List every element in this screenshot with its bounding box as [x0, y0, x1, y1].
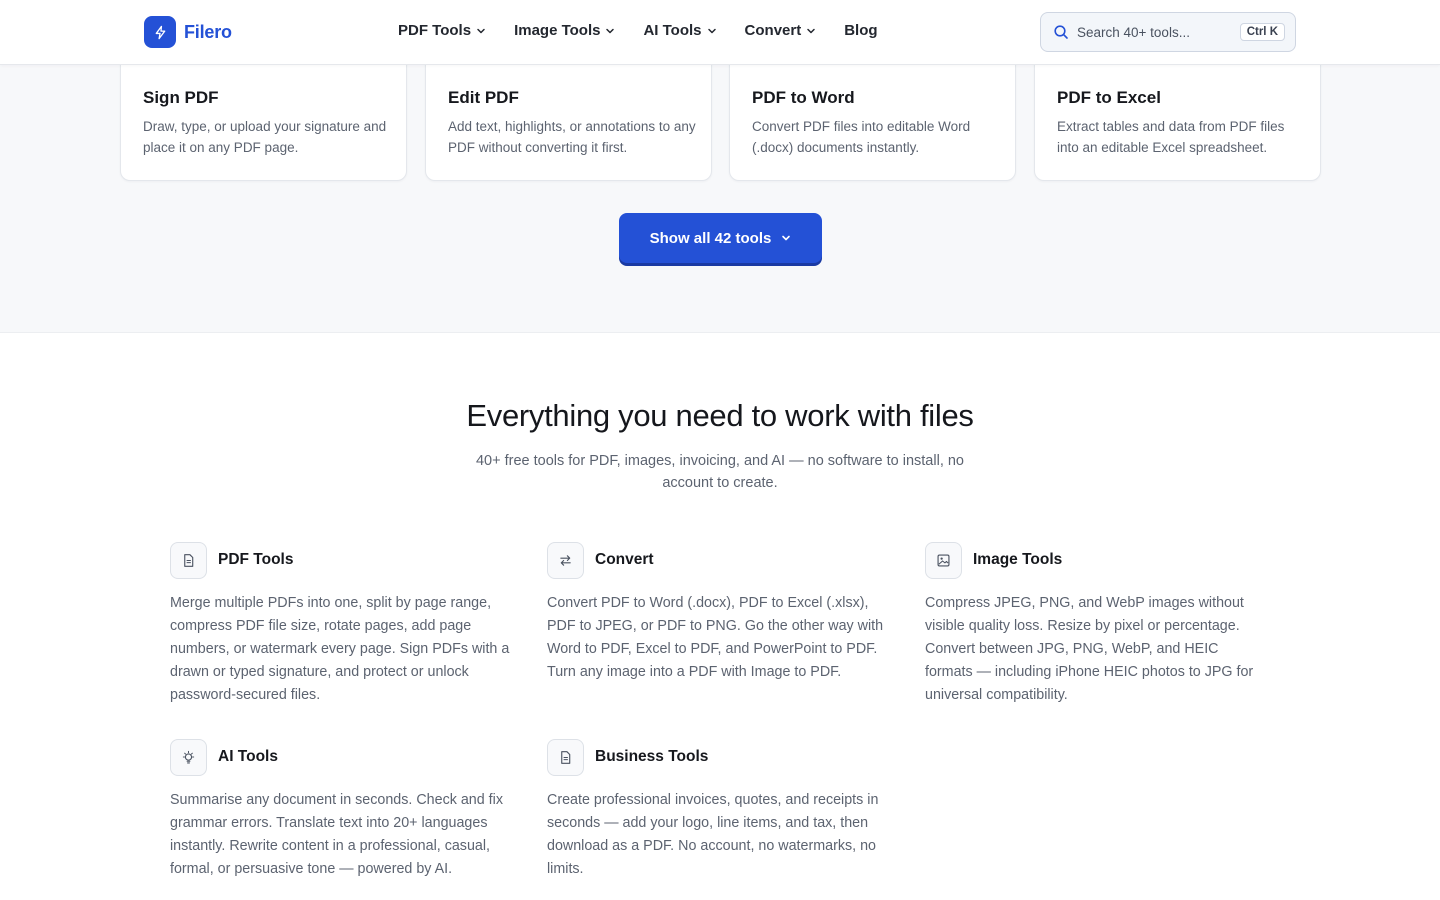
- nav-label: Image Tools: [514, 22, 601, 39]
- features-subtitle: 40+ free tools for PDF, images, invoicin…: [475, 453, 964, 491]
- nav-label: Blog: [844, 22, 878, 39]
- feature-title: Image Tools: [973, 551, 1063, 568]
- search-bar[interactable]: Search 40+ tools... Ctrl K: [1040, 12, 1296, 52]
- nav-pdf-tools[interactable]: PDF Tools: [398, 22, 486, 39]
- show-all-tools-button[interactable]: Show all 42 tools: [619, 213, 822, 263]
- tool-card-title: PDF to Excel: [1057, 88, 1161, 107]
- tool-card-desc: Convert PDF files into editable Word (.d…: [752, 119, 971, 155]
- site-header: Filero PDF Tools Image Tools AI Tools Co…: [0, 0, 1440, 65]
- feature-desc: Create professional invoices, quotes, an…: [547, 792, 879, 877]
- feature-desc: Summarise any document in seconds. Check…: [170, 792, 503, 877]
- brand-name: Filero: [184, 21, 232, 42]
- show-all-label: Show all 42 tools: [649, 229, 772, 247]
- nav-ai-tools[interactable]: AI Tools: [643, 22, 716, 39]
- feature-image-tools: Image Tools Compress JPEG, PNG, and WebP…: [925, 541, 1270, 707]
- tool-card-title: Edit PDF: [448, 88, 519, 107]
- feature-title: AI Tools: [218, 748, 278, 765]
- feature-desc: Compress JPEG, PNG, and WebP images with…: [925, 595, 1254, 703]
- lightbulb-icon: [170, 738, 207, 776]
- feature-desc: Convert PDF to Word (.docx), PDF to Exce…: [547, 595, 884, 680]
- feature-convert: Convert Convert PDF to Word (.docx), PDF…: [547, 541, 892, 684]
- nav-convert[interactable]: Convert: [745, 22, 817, 39]
- feature-desc: Merge multiple PDFs into one, split by p…: [170, 595, 510, 703]
- tool-card-title: Sign PDF: [143, 88, 219, 107]
- chevron-down-icon: [606, 28, 615, 33]
- swap-arrows-icon: [547, 541, 584, 579]
- tool-card-desc: Extract tables and data from PDF files i…: [1057, 119, 1285, 155]
- feature-business-tools: Business Tools Create professional invoi…: [547, 738, 892, 881]
- tool-card-desc: Add text, highlights, or annotations to …: [448, 119, 696, 155]
- tool-card-desc: Draw, type, or upload your signature and…: [143, 119, 387, 155]
- chevron-down-icon: [477, 28, 485, 33]
- nav-image-tools[interactable]: Image Tools: [514, 22, 615, 39]
- nav-label: Convert: [744, 22, 802, 39]
- main-nav: PDF Tools Image Tools AI Tools Convert B…: [398, 22, 878, 39]
- image-icon: [925, 541, 962, 579]
- feature-title: Business Tools: [595, 748, 709, 765]
- search-icon: [1054, 25, 1068, 39]
- feature-pdf-tools: PDF Tools Merge multiple PDFs into one, …: [170, 541, 515, 707]
- chevron-down-icon: [707, 28, 716, 33]
- lightning-bolt-icon: [144, 16, 176, 48]
- feature-title: PDF Tools: [218, 551, 294, 568]
- keyboard-shortcut-badge: Ctrl K: [1239, 23, 1285, 41]
- feature-ai-tools: AI Tools Summarise any document in secon…: [170, 738, 515, 881]
- feature-title: Convert: [595, 551, 654, 568]
- nav-blog[interactable]: Blog: [844, 22, 877, 39]
- document-icon: [547, 738, 584, 776]
- nav-label: PDF Tools: [398, 22, 472, 39]
- search-input[interactable]: Search 40+ tools...: [1077, 25, 1240, 40]
- logo[interactable]: Filero: [144, 16, 232, 48]
- chevron-down-icon: [807, 28, 815, 33]
- document-icon: [170, 541, 207, 579]
- nav-label: AI Tools: [643, 22, 702, 39]
- chevron-down-icon: [782, 235, 791, 241]
- tool-card-title: PDF to Word: [752, 88, 855, 107]
- features-title: Everything you need to work with files: [466, 398, 974, 433]
